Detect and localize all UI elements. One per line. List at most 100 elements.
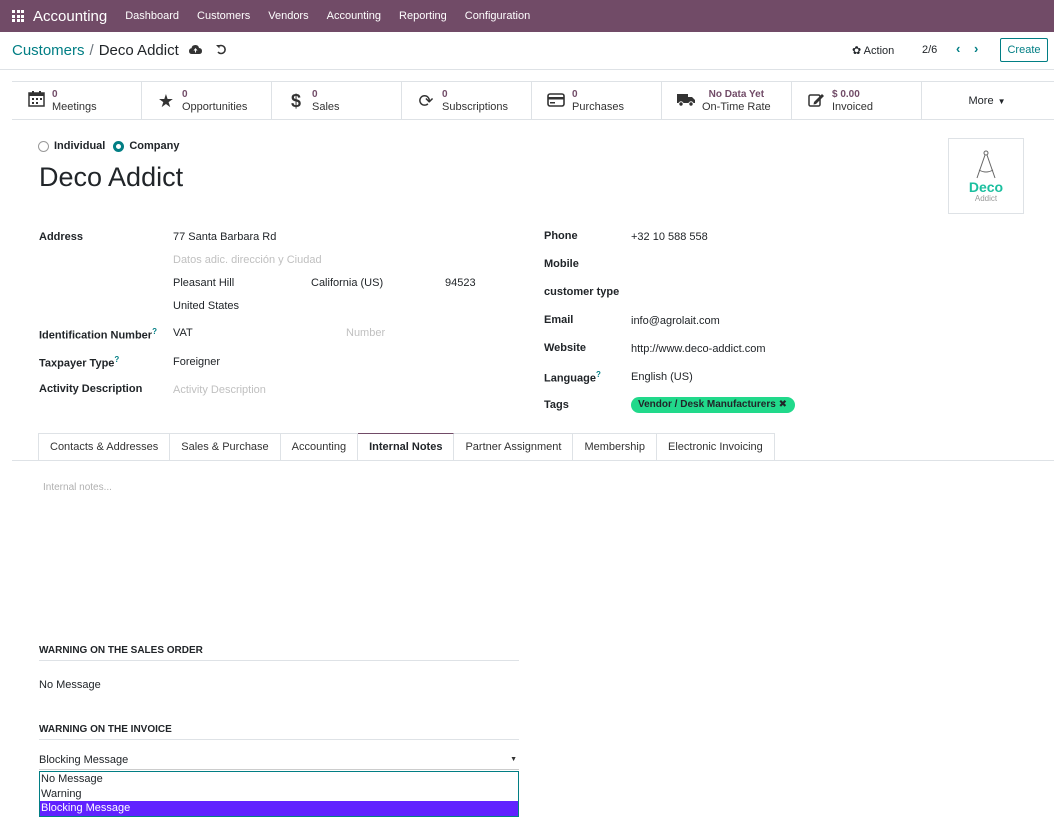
compass-icon [976,150,996,178]
activity-description-field[interactable]: Activity Description [173,384,266,396]
save-cloud-icon[interactable] [188,43,202,58]
breadcrumb: Customers / Deco Addict [12,42,227,59]
zip-field[interactable]: 94523 [445,277,476,289]
warning-sales-title: WARNING ON THE SALES ORDER [39,645,519,661]
warning-invoice-dropdown: No Message Warning Blocking Message [39,771,519,817]
partner-name-field[interactable]: Deco Addict [39,162,183,193]
id-type-field[interactable]: VAT [173,327,193,339]
id-number-label: Identification Number? [39,327,157,342]
radio-individual[interactable] [38,140,49,152]
tab-partner-assignment[interactable]: Partner Assignment [454,433,574,461]
address-label: Address [39,231,84,243]
top-navbar: Accounting Dashboard Customers Vendors A… [0,0,1054,32]
menu-dashboard[interactable]: Dashboard [125,10,179,22]
mobile-label: Mobile [544,258,579,270]
on-time-rate-button[interactable]: No Data Yet On-Time Rate [662,82,792,120]
menu-vendors[interactable]: Vendors [268,10,308,22]
phone-field[interactable]: +32 10 588 558 [631,231,708,243]
internal-notes-field[interactable]: Internal notes... [43,482,112,493]
invoice-icon [804,91,828,112]
menu-reporting[interactable]: Reporting [399,10,447,22]
tab-contacts-addresses[interactable]: Contacts & Addresses [38,433,171,461]
warning-invoice-select[interactable]: Blocking Message ▼ [39,754,519,770]
calendar-icon [24,90,48,112]
breadcrumb-current: Deco Addict [98,42,179,59]
tab-internal-notes[interactable]: Internal Notes [358,433,455,461]
email-field[interactable]: info@agrolait.com [631,315,720,327]
country-field[interactable]: United States [173,300,239,312]
invoiced-button[interactable]: $ 0.00 Invoiced [792,82,922,120]
tab-membership[interactable]: Membership [573,433,657,461]
gear-icon: ✿ [852,45,862,57]
dollar-icon: $ [290,90,301,111]
dropdown-option-warning[interactable]: Warning [40,787,518,802]
create-button[interactable]: Create [1000,38,1048,62]
website-field[interactable]: http://www.deco-addict.com [631,343,766,355]
street2-field[interactable]: Datos adic. dirección y Ciudad [173,254,322,266]
help-tooltip-icon[interactable]: ? [114,355,119,364]
warning-invoice-title: WARNING ON THE INVOICE [39,724,519,740]
top-menu: Dashboard Customers Vendors Accounting R… [125,10,548,22]
star-icon: ★ [157,90,175,111]
discard-undo-icon[interactable] [215,43,227,58]
truck-icon [674,91,698,112]
street-field[interactable]: 77 Santa Barbara Rd [173,231,276,243]
caret-down-icon: ▼ [510,756,517,763]
more-button[interactable]: More ▼ [922,82,1052,120]
purchases-button[interactable]: 0 Purchases [532,82,662,120]
app-brand[interactable]: Accounting [33,8,107,25]
menu-customers[interactable]: Customers [197,10,250,22]
notebook-tabs: Contacts & Addresses Sales & Purchase Ac… [38,433,775,461]
apps-menu-icon[interactable] [12,10,24,22]
dropdown-option-no-message[interactable]: No Message [40,772,518,787]
taxpayer-type-label: Taxpayer Type? [39,355,120,370]
email-label: Email [544,314,574,326]
partner-logo[interactable]: Deco Addict [948,138,1024,214]
meetings-button[interactable]: 0 Meetings [12,82,142,120]
subscriptions-button[interactable]: ⟳ 0 Subscriptions [402,82,532,120]
radio-individual-label[interactable]: Individual [54,140,105,152]
logo-sub: Addict [974,193,998,203]
breadcrumb-customers[interactable]: Customers [12,42,85,59]
language-field[interactable]: English (US) [631,371,693,383]
warning-sales-field[interactable]: No Message [39,679,101,691]
action-menu-button[interactable]: ✿ Action [852,44,894,57]
tab-electronic-invoicing[interactable]: Electronic Invoicing [657,433,775,461]
tab-sales-purchase[interactable]: Sales & Purchase [170,433,281,461]
sales-button[interactable]: $ 0 Sales [272,82,402,120]
state-field[interactable]: California (US) [311,277,383,289]
pager-previous-icon[interactable]: ‹ [956,41,960,56]
activity-description-label: Activity Description [39,383,143,395]
menu-configuration[interactable]: Configuration [465,10,530,22]
help-tooltip-icon[interactable]: ? [152,327,157,336]
taxpayer-type-field[interactable]: Foreigner [173,356,220,368]
form-sheet: Individual Company Deco Addict Deco Addi… [12,120,1054,830]
pager-next-icon[interactable]: › [974,41,978,56]
company-type-radio: Individual Company [38,140,187,152]
tags-label: Tags [544,399,569,411]
credit-card-icon [544,91,568,112]
dropdown-option-blocking-message[interactable]: Blocking Message [40,801,518,816]
radio-company[interactable] [113,140,125,152]
pager-value[interactable]: 2/6 [922,44,937,56]
id-number-field[interactable]: Number [346,327,385,339]
refresh-icon: ⟳ [418,90,434,111]
tag-remove-icon[interactable]: ✖ [779,399,787,410]
breadcrumb-separator: / [89,42,94,59]
opportunities-button[interactable]: ★ 0 Opportunities [142,82,272,120]
city-field[interactable]: Pleasant Hill [173,277,234,289]
menu-accounting[interactable]: Accounting [327,10,381,22]
radio-company-label[interactable]: Company [129,140,179,152]
control-panel: Customers / Deco Addict ✿ Action 2/6 ‹ ›… [0,32,1054,70]
tab-accounting[interactable]: Accounting [280,433,359,461]
smart-buttons: 0 Meetings ★ 0 Opportunities $ 0 Sales ⟳ 0S… [12,81,1054,120]
caret-down-icon: ▼ [997,96,1006,106]
website-label: Website [544,342,586,354]
logo-word: Deco [968,178,1004,195]
language-label: Language? [544,370,601,385]
tag-badge[interactable]: Vendor / Desk Manufacturers ✖ [631,397,795,413]
customer-type-label: customer type [544,286,620,298]
phone-label: Phone [544,230,578,242]
tab-divider [12,460,1054,461]
help-tooltip-icon[interactable]: ? [596,370,601,379]
